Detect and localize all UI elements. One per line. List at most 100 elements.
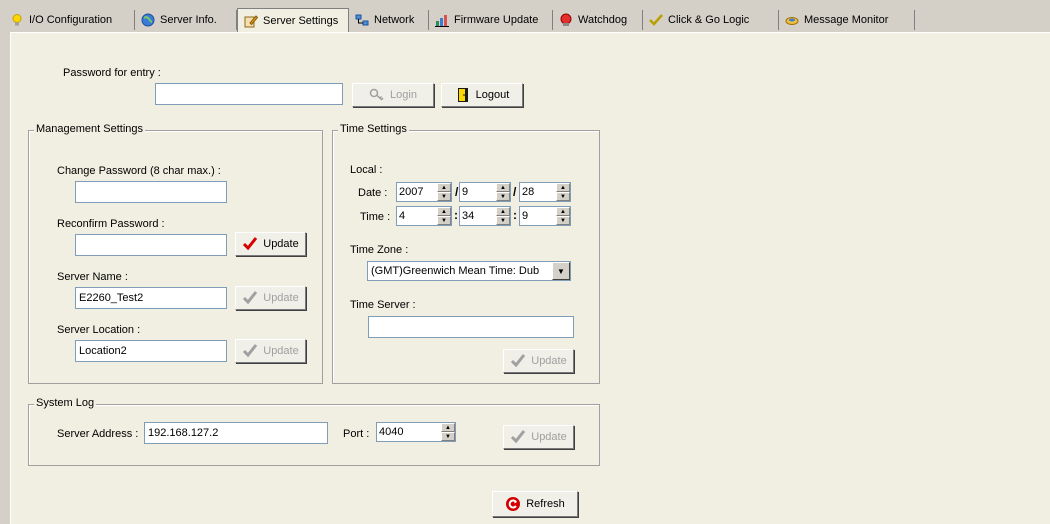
- date-day-spinner[interactable]: 28 ▲ ▼: [519, 182, 571, 202]
- refresh-button[interactable]: Refresh: [492, 491, 578, 517]
- server-location-update-button[interactable]: Update: [235, 339, 306, 363]
- timezone-select[interactable]: (GMT)Greenwich Mean Time: Dub ▼: [367, 261, 571, 281]
- spin-up-icon[interactable]: ▲: [441, 423, 455, 432]
- check-icon: [242, 343, 258, 359]
- watchdog-icon: [559, 13, 573, 27]
- update-label: Update: [263, 238, 299, 250]
- server-name-input[interactable]: [75, 287, 227, 309]
- spin-down-icon[interactable]: ▼: [556, 192, 570, 201]
- monitor-icon: [785, 13, 799, 27]
- time-label: Time :: [360, 211, 391, 223]
- spin-down-icon[interactable]: ▼: [496, 192, 510, 201]
- tab-firmware-update[interactable]: Firmware Update: [429, 10, 553, 30]
- time-minute-spinner[interactable]: 34 ▲ ▼: [459, 206, 511, 226]
- tab-label: Server Settings: [263, 14, 339, 27]
- time-update-button[interactable]: Update: [503, 349, 574, 373]
- spin-down-icon[interactable]: ▼: [441, 432, 455, 441]
- check-icon: [649, 13, 663, 27]
- local-label: Local :: [350, 164, 383, 176]
- reconfirm-password-input[interactable]: [75, 234, 227, 256]
- chart-icon: [435, 13, 449, 27]
- server-name-label: Server Name :: [57, 271, 128, 283]
- password-entry-label: Password for entry :: [63, 67, 161, 79]
- chevron-down-icon[interactable]: ▼: [552, 262, 570, 280]
- refresh-icon: [505, 496, 521, 512]
- spin-up-icon[interactable]: ▲: [556, 207, 570, 216]
- server-location-input[interactable]: [75, 340, 227, 362]
- timezone-label: Time Zone :: [350, 244, 409, 256]
- update-label: Update: [531, 355, 567, 367]
- bulb-icon: [10, 13, 24, 27]
- change-password-input[interactable]: [75, 181, 227, 203]
- check-icon: [510, 353, 526, 369]
- tab-label: Network: [374, 14, 415, 26]
- date-month-value: 9: [462, 186, 469, 198]
- date-label: Date :: [358, 187, 388, 199]
- tab-label: Watchdog: [578, 14, 628, 26]
- spin-up-icon[interactable]: ▲: [556, 183, 570, 192]
- timezone-value: (GMT)Greenwich Mean Time: Dub: [371, 265, 540, 277]
- update-label: Update: [531, 431, 567, 443]
- time-hour-value: 4: [399, 210, 406, 222]
- reconfirm-password-label: Reconfirm Password :: [57, 218, 165, 230]
- update-label: Update: [263, 292, 299, 304]
- spin-down-icon[interactable]: ▼: [496, 216, 510, 225]
- logout-button[interactable]: Logout: [441, 83, 523, 107]
- tab-server-info[interactable]: Server Info.: [135, 10, 237, 30]
- syslog-update-button[interactable]: Update: [503, 425, 574, 449]
- tab-click-go-logic[interactable]: Click & Go Logic: [643, 10, 779, 30]
- time-separator: :: [513, 208, 517, 222]
- password-entry-input[interactable]: [155, 83, 343, 105]
- system-log-title: System Log: [34, 397, 97, 409]
- date-month-spinner[interactable]: 9 ▲ ▼: [459, 182, 511, 202]
- tab-label: Firmware Update: [454, 14, 539, 26]
- password-update-button[interactable]: Update: [235, 232, 306, 256]
- spin-up-icon[interactable]: ▲: [496, 207, 510, 216]
- time-settings-title: Time Settings: [338, 123, 409, 135]
- server-address-input[interactable]: [144, 422, 328, 444]
- update-label: Update: [263, 345, 299, 357]
- time-hour-spinner[interactable]: 4 ▲ ▼: [396, 206, 452, 226]
- tab-watchdog[interactable]: Watchdog: [553, 10, 643, 30]
- spin-up-icon[interactable]: ▲: [437, 183, 451, 192]
- date-separator: /: [455, 185, 459, 199]
- change-password-label: Change Password (8 char max.) :: [57, 165, 221, 177]
- spin-down-icon[interactable]: ▼: [437, 216, 451, 225]
- check-icon: [242, 290, 258, 306]
- time-second-value: 9: [522, 210, 529, 222]
- time-minute-value: 34: [462, 210, 475, 222]
- tab-io-configuration[interactable]: I/O Configuration: [4, 10, 135, 30]
- settings-pencil-icon: [244, 14, 258, 28]
- login-button-label: Login: [390, 89, 417, 101]
- port-spinner[interactable]: 4040 ▲ ▼: [376, 422, 456, 442]
- red-check-icon: [242, 236, 258, 252]
- globe-icon: [141, 13, 155, 27]
- tab-network[interactable]: Network: [349, 10, 429, 30]
- tab-label: Click & Go Logic: [668, 14, 750, 26]
- logout-button-label: Logout: [475, 89, 510, 101]
- server-address-label: Server Address :: [57, 428, 139, 440]
- spin-down-icon[interactable]: ▼: [437, 192, 451, 201]
- server-name-update-button[interactable]: Update: [235, 286, 306, 310]
- time-second-spinner[interactable]: 9 ▲ ▼: [519, 206, 571, 226]
- tab-message-monitor[interactable]: Message Monitor: [779, 10, 915, 30]
- spin-down-icon[interactable]: ▼: [556, 216, 570, 225]
- time-server-label: Time Server :: [350, 299, 416, 311]
- date-year-value: 2007: [399, 186, 424, 198]
- door-exit-icon: [455, 87, 471, 103]
- time-server-input[interactable]: [368, 316, 574, 338]
- management-settings-title: Management Settings: [34, 123, 146, 135]
- time-separator: :: [454, 208, 458, 222]
- tab-bar: I/O Configuration Server Info. Server Se…: [0, 0, 1050, 36]
- tab-server-settings[interactable]: Server Settings: [237, 8, 349, 32]
- server-location-label: Server Location :: [57, 324, 141, 336]
- login-button[interactable]: Login: [352, 83, 434, 107]
- date-year-spinner[interactable]: 2007 ▲ ▼: [396, 182, 452, 202]
- date-separator: /: [513, 185, 517, 199]
- port-value: 4040: [379, 426, 404, 438]
- spin-up-icon[interactable]: ▲: [437, 207, 451, 216]
- key-icon: [369, 87, 385, 103]
- spin-up-icon[interactable]: ▲: [496, 183, 510, 192]
- network-icon: [355, 13, 369, 27]
- tab-label: Server Info.: [160, 14, 217, 26]
